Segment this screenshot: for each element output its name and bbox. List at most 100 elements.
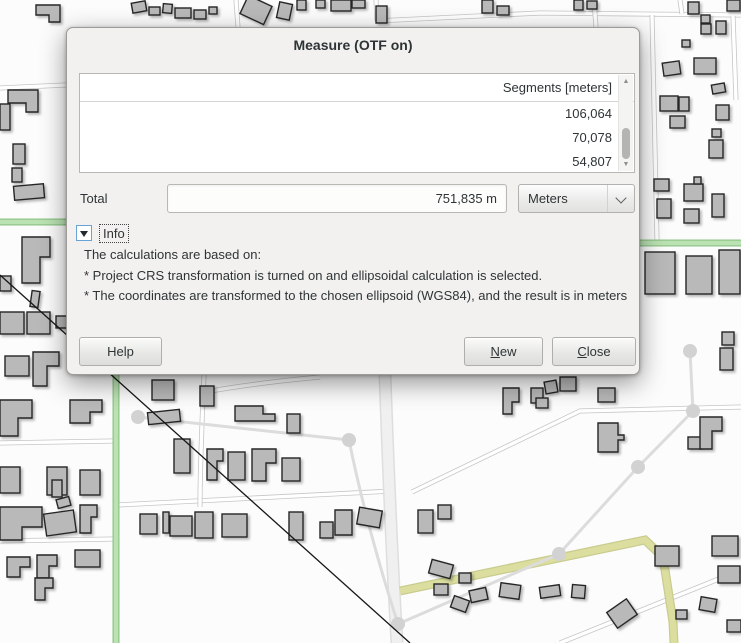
building [228,452,245,480]
building [694,58,716,74]
building [660,96,678,111]
building [287,414,300,433]
scrollbar-thumb[interactable] [622,128,630,159]
building [719,250,740,294]
building [75,550,100,567]
segments-column-header: Segments [meters] [80,74,634,102]
building [684,209,699,223]
building [282,458,300,481]
segment-row[interactable]: 70,078 [80,126,619,150]
building [657,199,671,218]
measure-dialog: Measure (OTF on) Segments [meters] 106,0… [66,27,640,375]
building [27,312,50,334]
segments-scrollbar[interactable]: ▲ ▼ [618,75,633,171]
utility-node [631,460,645,474]
building [152,380,174,400]
building [44,510,77,536]
building [52,480,62,497]
utility-node [391,617,405,631]
total-label: Total [80,184,107,213]
help-button[interactable]: Help [79,337,162,366]
building [712,536,738,556]
building [149,7,160,15]
building [13,144,25,164]
building [701,24,711,34]
building [222,514,247,537]
building [438,505,451,519]
building [434,584,448,595]
building [716,21,726,34]
building [544,380,558,394]
building [482,0,493,13]
building [331,0,351,11]
expander-button[interactable] [76,225,92,241]
info-line: * The coordinates are transformed to the… [84,286,636,307]
total-value-field[interactable]: 751,835 m [167,184,507,213]
building [539,585,560,599]
info-text: The calculations are based on: * Project… [84,245,636,307]
building [499,583,521,600]
units-dropdown[interactable]: Meters [518,184,635,213]
building [376,6,387,23]
building [720,348,733,370]
utility-node [131,410,145,424]
building [645,252,675,294]
building [0,312,24,334]
building [418,510,433,533]
building [497,6,509,15]
utility-node [683,344,697,358]
building [131,1,147,13]
segment-row[interactable]: 54,807 [80,150,619,174]
building [194,10,206,19]
close-button[interactable]: Close [552,337,636,366]
building [13,184,44,201]
building [655,546,679,566]
building [694,177,701,184]
building [722,332,734,345]
info-line: * Project CRS transformation is turned o… [84,266,636,287]
segments-rows: 106,06470,07854,807 [80,102,619,174]
building [662,61,681,76]
building [12,168,22,182]
building [5,356,29,376]
building [709,140,723,158]
info-label[interactable]: Info [100,225,128,242]
building [711,83,725,94]
building [587,1,597,9]
building [316,0,325,8]
building [670,116,685,128]
building [684,184,703,201]
building [712,129,721,137]
chevron-down-icon [615,192,626,203]
segment-row[interactable]: 106,064 [80,102,619,126]
building [352,0,365,8]
triangle-down-icon [80,231,88,237]
dropdown-chevron-area[interactable] [607,185,634,212]
building [357,507,383,528]
building [560,377,576,391]
building [30,291,40,308]
segments-list: Segments [meters] 106,06470,07854,807 ▲ … [79,73,635,173]
building [571,584,585,598]
scroll-down-icon[interactable]: ▼ [619,159,633,170]
building [679,97,689,111]
building [297,0,306,10]
building [727,0,740,11]
scroll-up-icon[interactable]: ▲ [619,76,633,87]
building [699,597,717,613]
building [688,2,699,14]
total-value: 751,835 m [436,191,497,206]
building [276,2,292,20]
utility-node [686,404,700,418]
new-button[interactable]: New [464,337,543,366]
info-line: The calculations are based on: [84,245,636,266]
building [209,7,217,14]
building [598,388,615,402]
building [718,566,740,583]
building [195,512,213,538]
building [200,386,214,406]
building [459,573,471,583]
dialog-title: Measure (OTF on) [67,37,639,53]
app-window: Measure (OTF on) Segments [meters] 106,0… [0,0,741,643]
building [536,398,548,408]
